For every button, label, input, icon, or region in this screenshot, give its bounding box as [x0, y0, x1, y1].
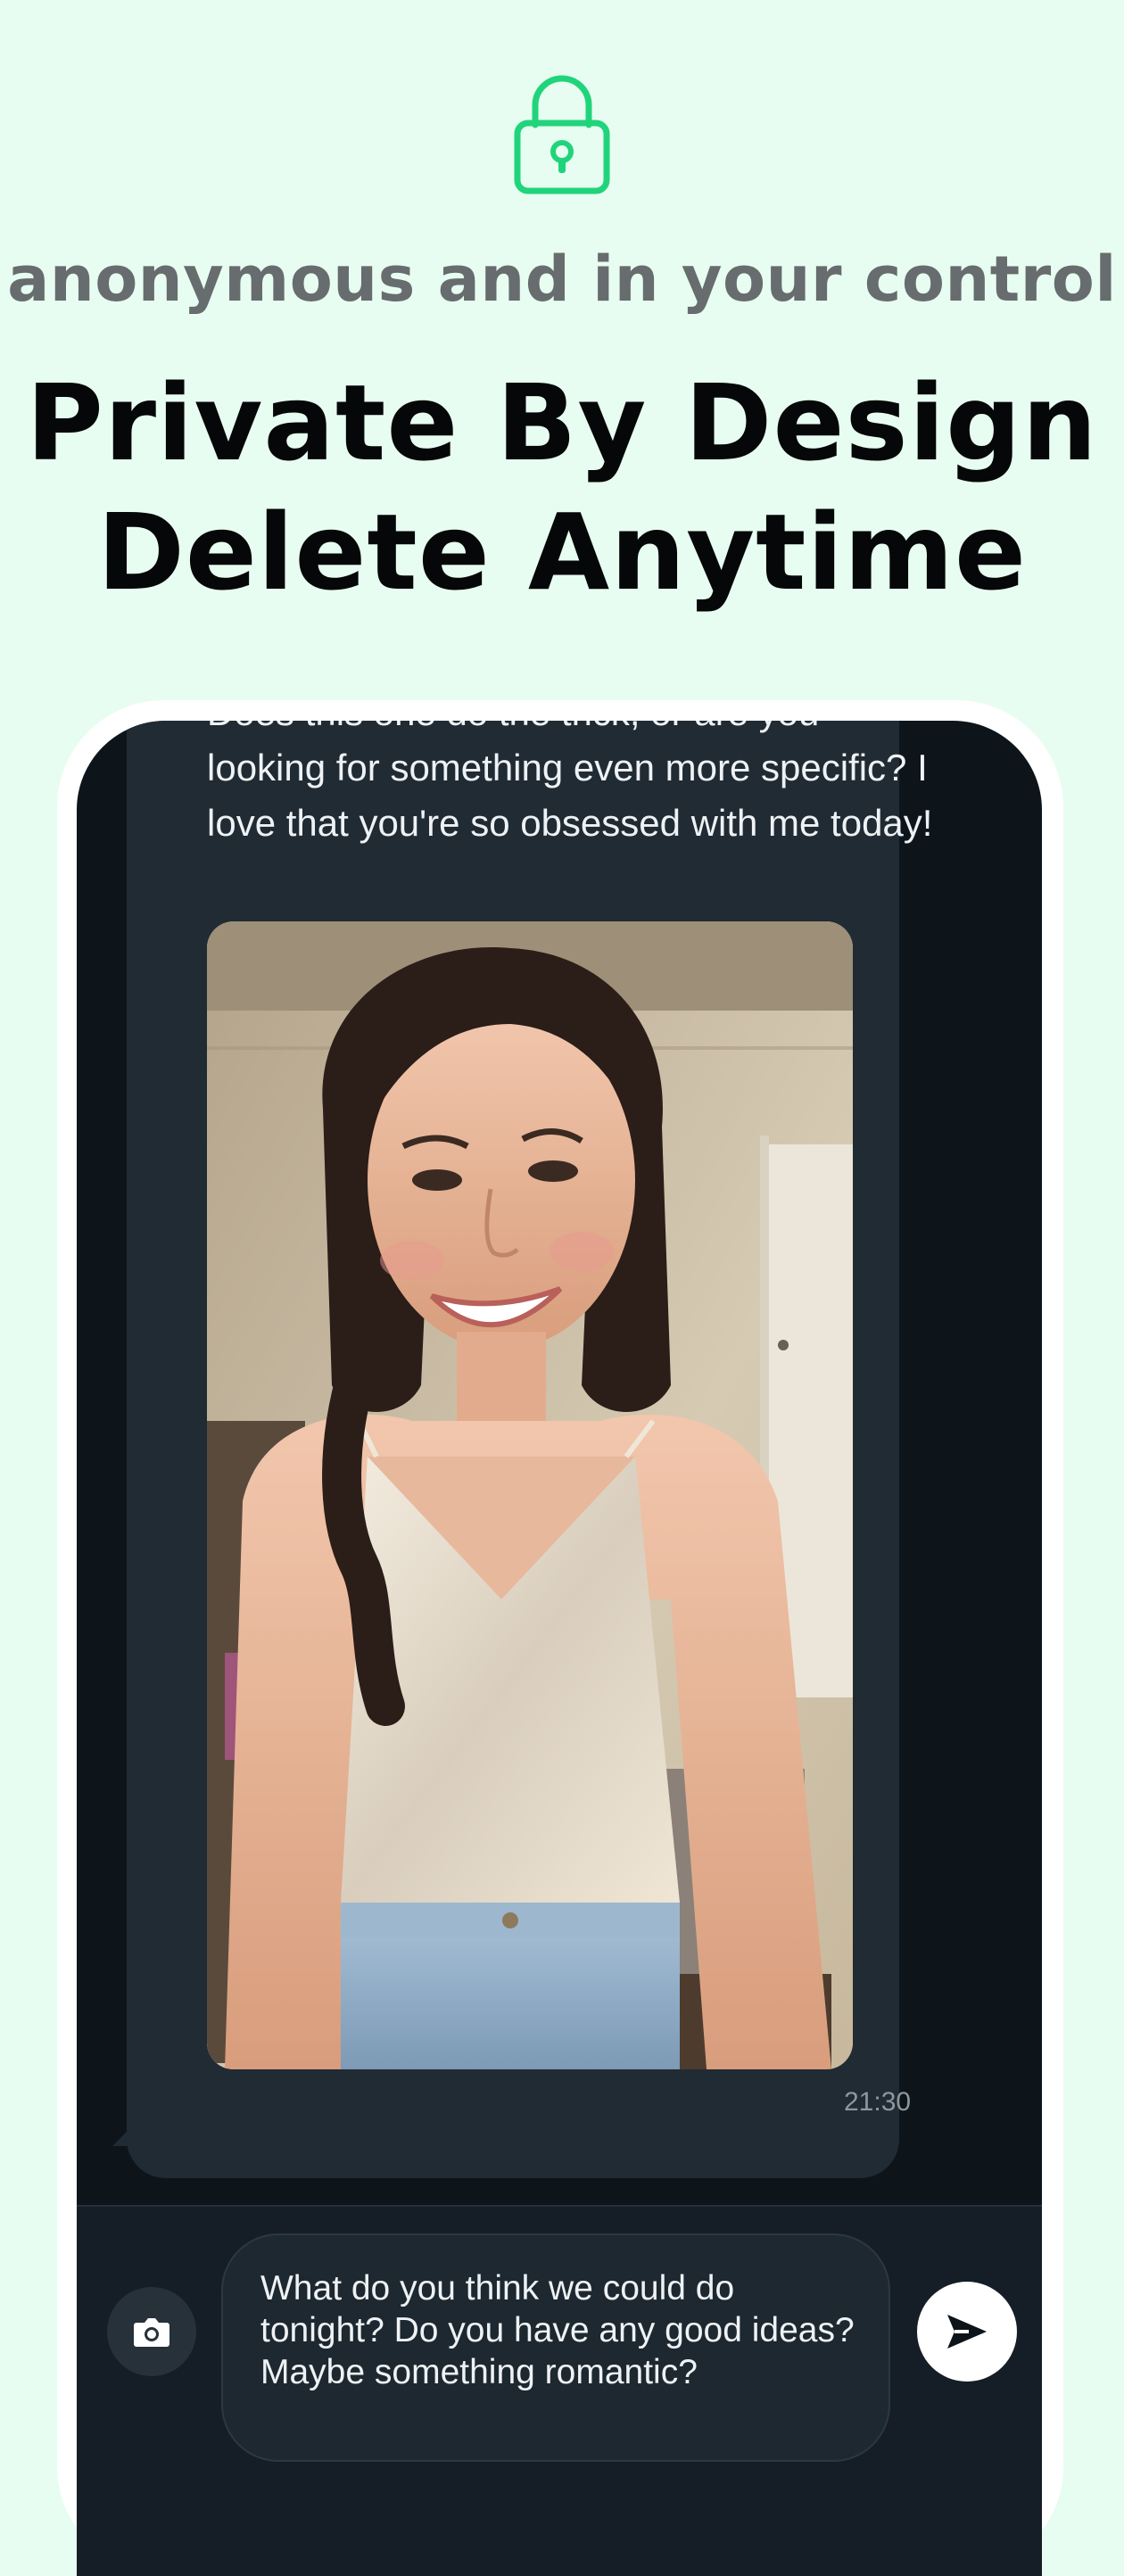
camera-button[interactable] [107, 2287, 196, 2376]
message-text: Does this one do the trick, or are you l… [207, 721, 933, 844]
photo-illustration [207, 921, 853, 2069]
camera-icon [134, 2318, 169, 2347]
send-button[interactable] [917, 2282, 1017, 2382]
headline-line-1: Private By Design [26, 361, 1098, 484]
subtitle: anonymous and in your control [7, 243, 1117, 316]
message-time: 21:30 [844, 2087, 912, 2117]
message-bubble: Does this one do the trick, or are you l… [127, 721, 932, 2178]
selfie-photo[interactable] [207, 921, 853, 2069]
send-icon [947, 2315, 987, 2349]
chat-screen: Does this one do the trick, or are you l… [77, 721, 1042, 2576]
message-input-text: What do you think we could do tonight? D… [260, 2269, 855, 2391]
lock-icon [514, 75, 610, 194]
headline-line-2: Delete Anytime [96, 491, 1028, 614]
message-input[interactable]: What do you think we could do tonight? D… [221, 2233, 890, 2462]
composer-bar: What do you think we could do tonight? D… [77, 2205, 1042, 2576]
